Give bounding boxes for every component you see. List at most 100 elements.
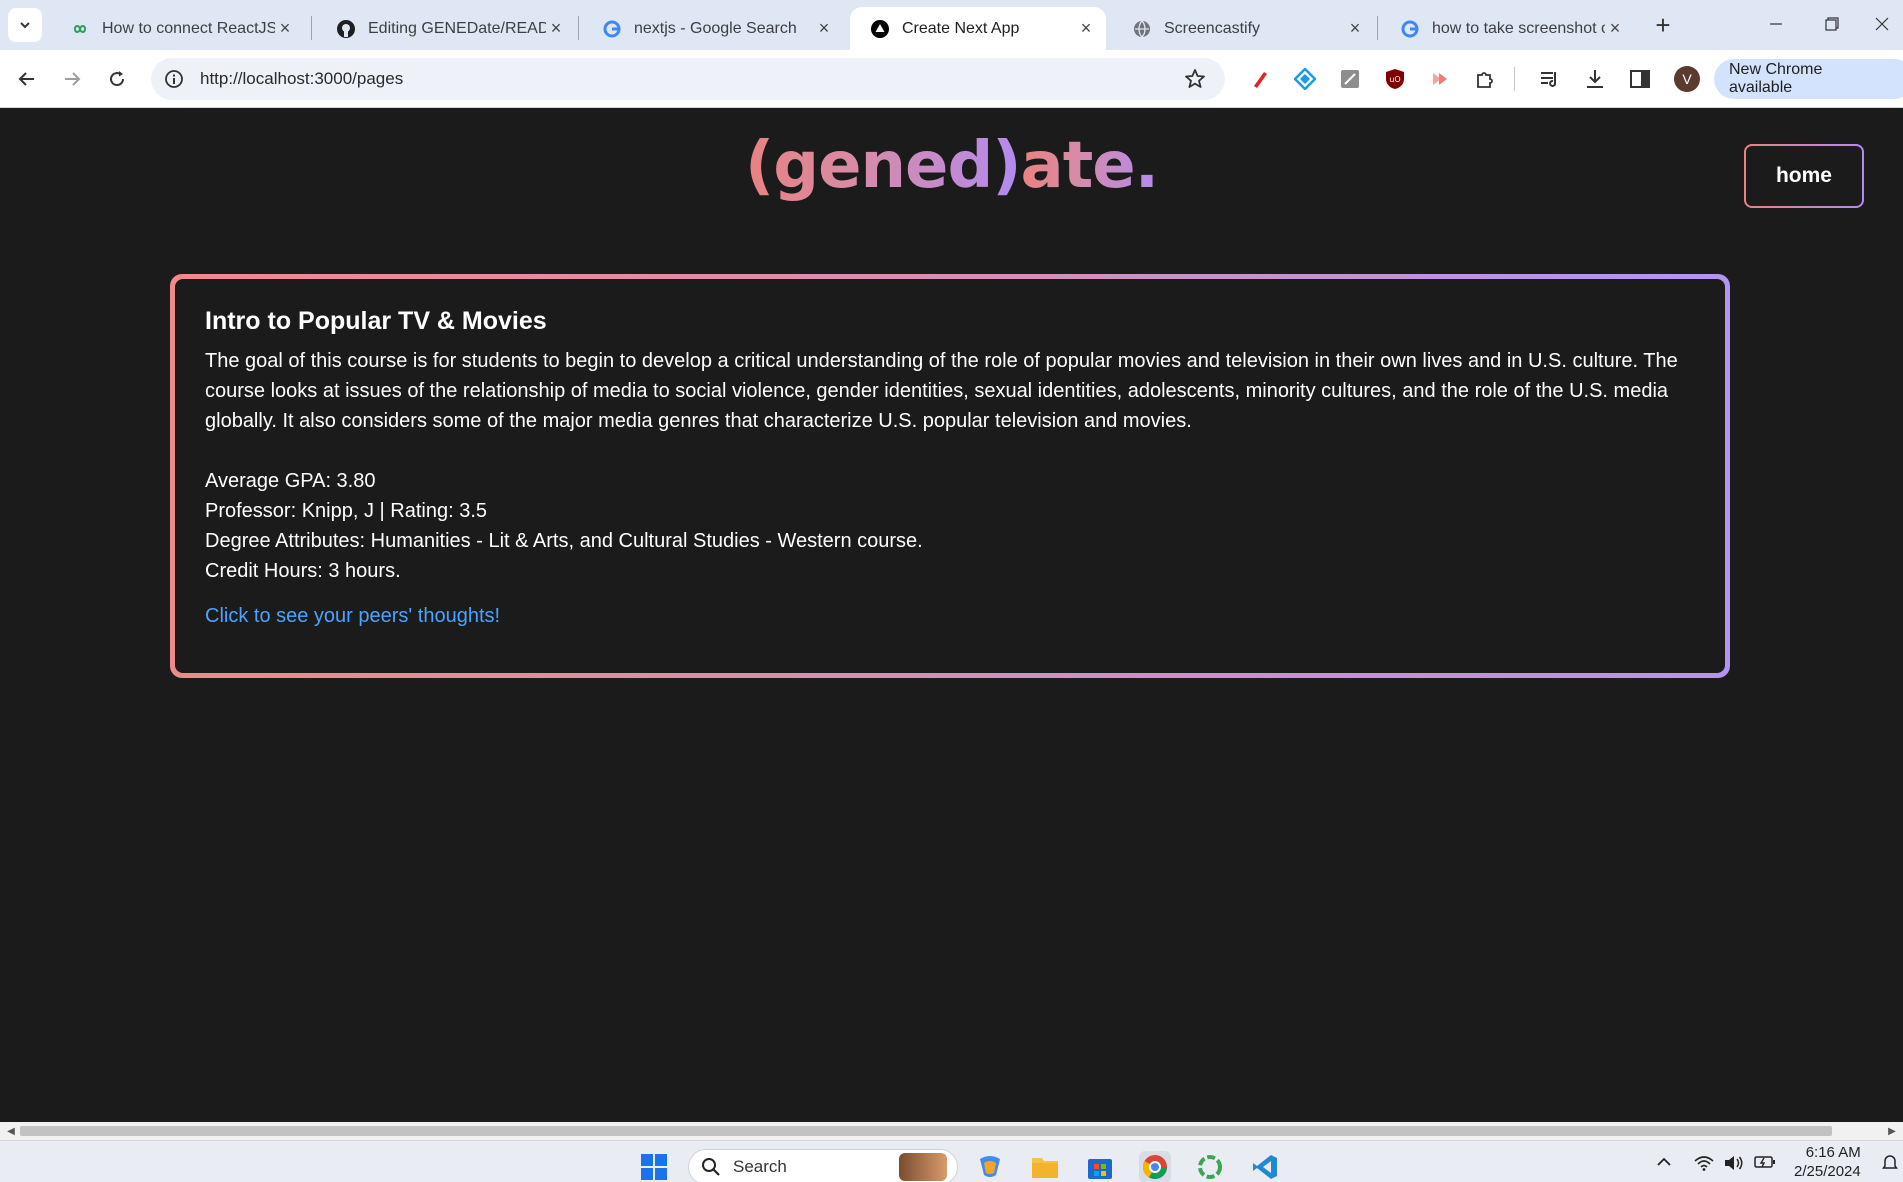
globe-icon [1132, 19, 1152, 39]
tray-chevron-up-icon[interactable] [1656, 1155, 1672, 1173]
clock-date: 2/25/2024 [1794, 1163, 1861, 1180]
green-infinity-icon [70, 19, 90, 39]
github-icon [336, 19, 356, 39]
more-menu-icon[interactable]: ⋮ [1896, 69, 1903, 90]
screencastify-icon[interactable] [1428, 67, 1452, 91]
google-icon [1400, 19, 1420, 39]
close-window-button[interactable] [1862, 6, 1902, 42]
peer-thoughts-link[interactable]: Click to see your peers' thoughts! [205, 605, 500, 628]
search-highlight-icon [899, 1153, 947, 1181]
media-controls-icon[interactable] [1538, 67, 1562, 91]
tab-title: Screencastify [1164, 19, 1261, 37]
back-button[interactable] [9, 61, 45, 97]
course-avg-gpa: Average GPA: 3.80 [205, 470, 376, 492]
scroll-left-arrow-icon[interactable]: ◀ [2, 1122, 20, 1140]
taskbar-search[interactable]: Search [688, 1149, 958, 1182]
search-icon [702, 1158, 720, 1176]
side-panel-icon[interactable] [1628, 67, 1652, 91]
red-pen-icon[interactable] [1248, 67, 1272, 91]
restore-button[interactable] [1812, 6, 1852, 42]
close-icon[interactable]: × [275, 18, 295, 39]
gray-note-icon[interactable] [1338, 67, 1362, 91]
brand-gened: (gened) [745, 129, 1021, 203]
taskbar-search-label: Search [733, 1157, 787, 1176]
horizontal-scrollbar[interactable]: ◀ ▶ [0, 1122, 1903, 1140]
battery-icon[interactable] [1754, 1155, 1776, 1174]
wifi-icon[interactable] [1694, 1155, 1714, 1176]
tab-search-button[interactable] [8, 8, 42, 42]
new-chrome-available-button[interactable]: New Chrome available ⋮ [1714, 59, 1903, 99]
tab-strip: How to connect ReactJS wi × Editing GENE… [0, 0, 1903, 50]
new-tab-button[interactable]: + [1648, 10, 1678, 40]
tab-nextjs-search[interactable]: nextjs - Google Search × [582, 7, 844, 50]
clock-time: 6:16 AM [1805, 1144, 1861, 1161]
scroll-right-arrow-icon[interactable]: ▶ [1883, 1122, 1901, 1140]
svg-text:uO: uO [1389, 75, 1400, 84]
reload-icon [110, 71, 125, 87]
course-card-body: Intro to Popular TV & Movies The goal of… [175, 279, 1725, 673]
tab-title: nextjs - Google Search [634, 19, 797, 37]
tab-screenshot-search[interactable]: how to take screenshot on × [1380, 7, 1635, 50]
tab-title: Editing GENEDate/READMI [368, 19, 546, 37]
update-chip-label: New Chrome available [1729, 61, 1823, 96]
home-button-label[interactable]: home [1746, 146, 1862, 206]
course-credit-hours: Credit Hours: 3 hours. [205, 560, 401, 582]
brand-ate: ate. [1020, 129, 1159, 203]
profile-avatar[interactable]: V [1674, 66, 1700, 92]
close-icon[interactable]: × [1076, 18, 1096, 39]
windows-taskbar: Search 6:16 AM 2/25/2024 [0, 1140, 1903, 1182]
browser-toolbar: http://localhost:3000/pages uO V New Chr… [0, 50, 1903, 108]
close-icon[interactable]: × [546, 18, 566, 39]
close-icon[interactable]: × [814, 18, 834, 39]
tab-create-next-app[interactable]: Create Next App × [850, 7, 1106, 50]
tab-separator [311, 16, 312, 40]
toolbar-separator [1514, 67, 1515, 91]
tab-title: Create Next App [902, 19, 1020, 37]
close-icon [1875, 17, 1889, 31]
minimize-button[interactable] [1756, 6, 1796, 42]
arrow-right-icon [65, 72, 81, 86]
arrow-left-icon [18, 72, 34, 86]
address-bar[interactable]: http://localhost:3000/pages [151, 58, 1225, 100]
info-icon[interactable] [164, 69, 184, 89]
volume-icon[interactable] [1724, 1155, 1744, 1176]
taskbar-clock[interactable]: 6:16 AM 2/25/2024 [1794, 1143, 1861, 1181]
reload-button[interactable] [99, 61, 135, 97]
course-attributes: Degree Attributes: Humanities - Lit & Ar… [205, 530, 923, 552]
puzzle-icon[interactable] [1473, 67, 1497, 91]
ublock-icon[interactable]: uO [1383, 67, 1407, 91]
windows-start-icon[interactable] [638, 1151, 670, 1182]
vscode-icon[interactable] [1249, 1151, 1281, 1182]
file-explorer-icon[interactable] [1029, 1151, 1061, 1182]
course-description: The goal of this course is for students … [205, 350, 1678, 432]
scrollbar-thumb[interactable] [20, 1126, 1832, 1136]
tab-react-connect[interactable]: How to connect ReactJS wi × [50, 7, 305, 50]
tab-github-readme[interactable]: Editing GENEDate/READMI × [316, 7, 576, 50]
tab-title: how to take screenshot on [1432, 19, 1605, 37]
tab-separator [1377, 16, 1378, 40]
restore-icon [1825, 17, 1839, 31]
course-title: Intro to Popular TV & Movies [205, 307, 547, 335]
copilot-icon[interactable] [974, 1151, 1006, 1182]
bookmark-star-icon[interactable] [1183, 67, 1207, 91]
nextjs-icon [870, 19, 890, 39]
tab-title: How to connect ReactJS wi [102, 19, 275, 37]
close-icon[interactable]: × [1605, 18, 1625, 39]
chevron-down-icon [20, 22, 30, 29]
google-icon [602, 19, 622, 39]
forward-button[interactable] [54, 61, 90, 97]
brand-logo: (gened)ate. [0, 129, 1903, 203]
blue-diamond-icon[interactable] [1293, 67, 1317, 91]
close-icon[interactable]: × [1345, 18, 1365, 39]
url-text[interactable]: http://localhost:3000/pages [200, 69, 1183, 89]
course-card: Intro to Popular TV & Movies The goal of… [170, 274, 1730, 678]
microsoft-store-icon[interactable] [1084, 1151, 1116, 1182]
page-content: (gened)ate. home Intro to Popular TV & M… [0, 109, 1903, 1122]
notification-icon[interactable] [1882, 1153, 1898, 1176]
tab-screencastify[interactable]: Screencastify × [1112, 7, 1375, 50]
chrome-taskbar-icon[interactable] [1139, 1151, 1171, 1182]
refresh-app-icon[interactable] [1194, 1151, 1226, 1182]
download-icon[interactable] [1583, 67, 1607, 91]
home-button[interactable]: home [1744, 144, 1864, 208]
minimize-icon [1770, 23, 1782, 25]
